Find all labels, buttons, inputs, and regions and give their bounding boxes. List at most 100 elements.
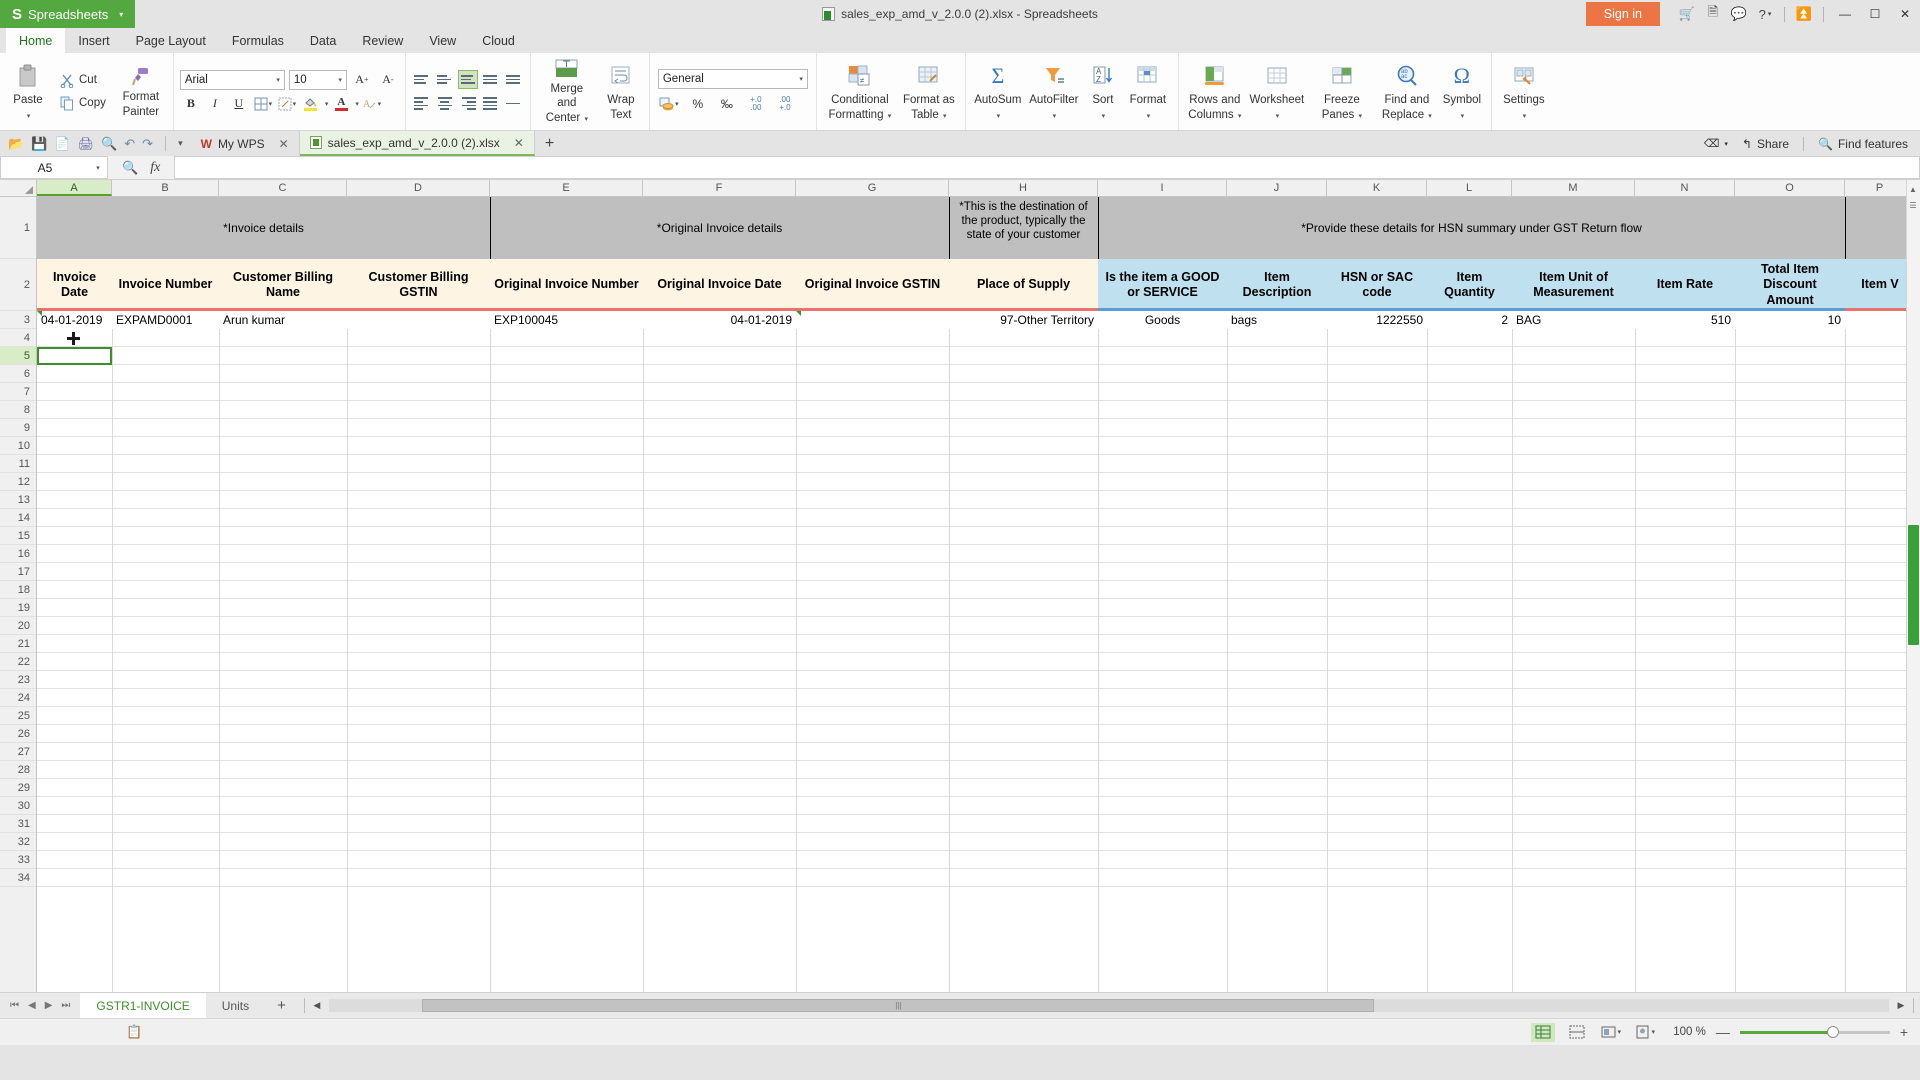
zoom-handle[interactable] [1826,1026,1839,1038]
cut-button[interactable]: Cut [55,70,110,90]
close-icon[interactable]: ✕ [279,137,289,151]
increase-indent-button[interactable] [504,70,524,89]
select-all-corner[interactable] [0,180,37,196]
data-cell[interactable]: 2 [1427,311,1512,329]
column-header-G[interactable]: G [796,180,949,196]
row-header-17[interactable]: 17 [0,563,36,581]
chevron-down-icon[interactable]: ▾ [355,100,359,108]
ribbon-tab-view[interactable]: View [416,30,469,53]
column-header-J[interactable]: J [1227,180,1327,196]
justify-button[interactable] [481,94,501,113]
autosum-button[interactable]: Σ AutoSum ▾ [971,56,1025,127]
autofilter-button[interactable]: AutoFilter ▾ [1025,56,1083,127]
format-button[interactable]: Format ▾ [1123,56,1173,127]
active-cell-selection[interactable] [37,347,112,365]
row-header-13[interactable]: 13 [0,491,36,509]
cell-style-button[interactable]: ▾ [276,94,298,114]
print-preview-icon[interactable]: 🔍 [101,136,117,152]
align-left-button[interactable] [412,94,432,113]
column-header-H[interactable]: H [949,180,1098,196]
sign-in-button[interactable]: Sign in [1585,2,1660,26]
chevron-down-icon[interactable]: ▾ [793,75,803,83]
last-sheet-icon[interactable]: ⏭ [61,1000,70,1011]
next-sheet-icon[interactable]: ▶ [45,1000,53,1011]
row-header-32[interactable]: 32 [0,833,36,851]
first-sheet-icon[interactable]: ⏮ [10,1000,19,1011]
scroll-up-icon[interactable]: ▲ [1907,182,1919,196]
find-features-button[interactable]: 🔍 Find features [1818,137,1908,151]
app-badge[interactable]: S Spreadsheets ▾ [0,0,136,28]
column-header-C[interactable]: C [219,180,347,196]
sheet-tab-gstr1-invoice[interactable]: GSTR1-INVOICE [80,993,206,1018]
format-as-table-button[interactable]: Format as Table ▾ [898,56,960,127]
row-header-33[interactable]: 33 [0,851,36,869]
data-cell[interactable]: 10 [1735,311,1845,329]
font-color-button[interactable]: A [330,94,352,114]
data-cell[interactable]: 04-01-2019 [643,311,796,329]
dictionary-icon[interactable]: 🗎 [1700,0,1726,28]
normal-view-button[interactable] [1531,1022,1556,1042]
row-header-26[interactable]: 26 [0,725,36,743]
vertical-scrollbar[interactable]: ▲ ☰ [1906,180,1920,992]
cells-area[interactable]: *Invoice details *Original Invoice detail… [37,197,1920,992]
sheet-tab-units[interactable]: Units [206,993,265,1018]
doc-tab-my-wps[interactable]: W My WPS ✕ [191,131,300,156]
print-icon[interactable]: 🖨 [78,136,95,152]
row-header-29[interactable]: 29 [0,779,36,797]
ribbon-tab-page-layout[interactable]: Page Layout [123,30,219,53]
split-handle-icon[interactable]: ☰ [1907,198,1919,212]
row-header-23[interactable]: 23 [0,671,36,689]
ribbon-tab-formulas[interactable]: Formulas [219,30,297,53]
column-header-A[interactable]: A [37,180,112,196]
row-header-18[interactable]: 18 [0,581,36,599]
chevron-down-icon[interactable]: ▾ [332,76,342,84]
column-header-E[interactable]: E [490,180,643,196]
sheet-thumbnail-icon[interactable]: 📋 [126,1024,142,1040]
data-cell[interactable] [347,311,490,329]
underline-button[interactable]: U [228,94,250,114]
increase-decimal-button[interactable]: +.0.00 [745,94,767,114]
column-title-cell[interactable]: Original Invoice Date [643,259,796,311]
merged-group-header[interactable]: *Provide these details for HSN summary u… [1098,197,1845,259]
row-header-21[interactable]: 21 [0,635,36,653]
column-header-I[interactable]: I [1098,180,1227,196]
column-title-cell[interactable]: Item Unit of Measurement [1512,259,1635,311]
restore-icon[interactable]: ⌫ ▾ [1704,137,1728,150]
merged-group-header[interactable]: *Original Invoice details [490,197,949,259]
row-header-22[interactable]: 22 [0,653,36,671]
align-middle-button[interactable] [435,70,455,89]
row-header-30[interactable]: 30 [0,797,36,815]
worksheet-button[interactable]: Worksheet ▾ [1246,56,1308,127]
row-header-19[interactable]: 19 [0,599,36,617]
row-header-12[interactable]: 12 [0,473,36,491]
column-title-cell[interactable]: HSN or SAC code [1327,259,1427,311]
data-cell[interactable]: 1222550 [1327,311,1427,329]
zoom-in-button[interactable]: + [1900,1024,1908,1040]
column-title-cell[interactable]: Item Description [1227,259,1327,311]
row-header-15[interactable]: 15 [0,527,36,545]
row-header-16[interactable]: 16 [0,545,36,563]
reading-layout-button[interactable]: ▾ [1599,1023,1623,1042]
row-header-10[interactable]: 10 [0,437,36,455]
column-title-cell[interactable]: Original Invoice GSTIN [796,259,949,311]
column-header-N[interactable]: N [1635,180,1735,196]
bold-button[interactable]: B [180,94,202,114]
vertical-scroll-thumb[interactable] [1908,525,1919,645]
fill-color-button[interactable] [300,94,322,114]
grow-font-button[interactable]: A + [351,70,373,90]
rows-and-columns-button[interactable]: Rows and Columns ▾ [1184,56,1246,127]
borders-button[interactable]: ▾ [252,94,274,114]
column-header-B[interactable]: B [112,180,219,196]
formula-input[interactable] [174,156,1920,179]
cart-icon[interactable]: 🛒 [1674,0,1700,28]
row-header-31[interactable]: 31 [0,815,36,833]
row-header-7[interactable]: 7 [0,383,36,401]
row-header-3[interactable]: 3 [0,311,36,329]
italic-button[interactable]: I [204,94,226,114]
row-header-20[interactable]: 20 [0,617,36,635]
row-header-5[interactable]: 5 [0,347,36,365]
shrink-font-button[interactable]: A- [377,70,399,90]
column-header-O[interactable]: O [1735,180,1845,196]
font-size-input[interactable]: 10 ▾ [288,69,347,90]
clear-format-button[interactable]: A ▾ [361,94,383,114]
